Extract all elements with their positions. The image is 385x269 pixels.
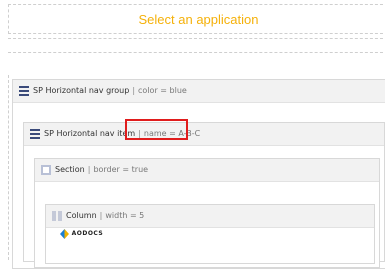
aodocs-logo-icon — [60, 228, 69, 239]
column-header[interactable]: Column | width = 5 — [46, 205, 374, 228]
section-icon — [41, 165, 51, 175]
select-application-title[interactable]: Select an application — [9, 12, 385, 27]
nav-group-block[interactable]: SP Horizontal nav group | color = blue SP … — [12, 79, 385, 269]
nav-item-block[interactable]: SP Horizontal nav item | name = A-B-C Sect… — [23, 122, 385, 268]
column-icon — [52, 211, 62, 221]
separator: | — [99, 211, 103, 220]
stack-icon — [19, 86, 29, 96]
section-header[interactable]: Section | border = true — [35, 159, 379, 182]
nav-group-property: color = blue — [138, 86, 187, 95]
nav-item-header[interactable]: SP Horizontal nav item | name = A-B-C — [24, 123, 384, 146]
nav-group-header[interactable]: SP Horizontal nav group | color = blue — [13, 80, 385, 103]
nav-group-title: SP Horizontal nav group — [33, 86, 130, 95]
separator: | — [87, 165, 91, 174]
aodocs-logo: AODOCS — [60, 228, 103, 240]
application-selector[interactable]: Select an application — [8, 4, 385, 34]
section-title: Section — [55, 165, 85, 174]
column-title: Column — [66, 211, 97, 220]
logo-text: AODOCS — [71, 230, 104, 237]
highlight-box — [125, 119, 188, 140]
column-property: width = 5 — [105, 211, 145, 220]
stack-icon — [30, 129, 40, 139]
nav-item-title: SP Horizontal nav item — [44, 129, 136, 138]
dashed-divider — [8, 52, 385, 53]
separator: | — [132, 86, 136, 95]
dashed-divider — [8, 38, 385, 39]
section-property: border = true — [93, 165, 149, 174]
